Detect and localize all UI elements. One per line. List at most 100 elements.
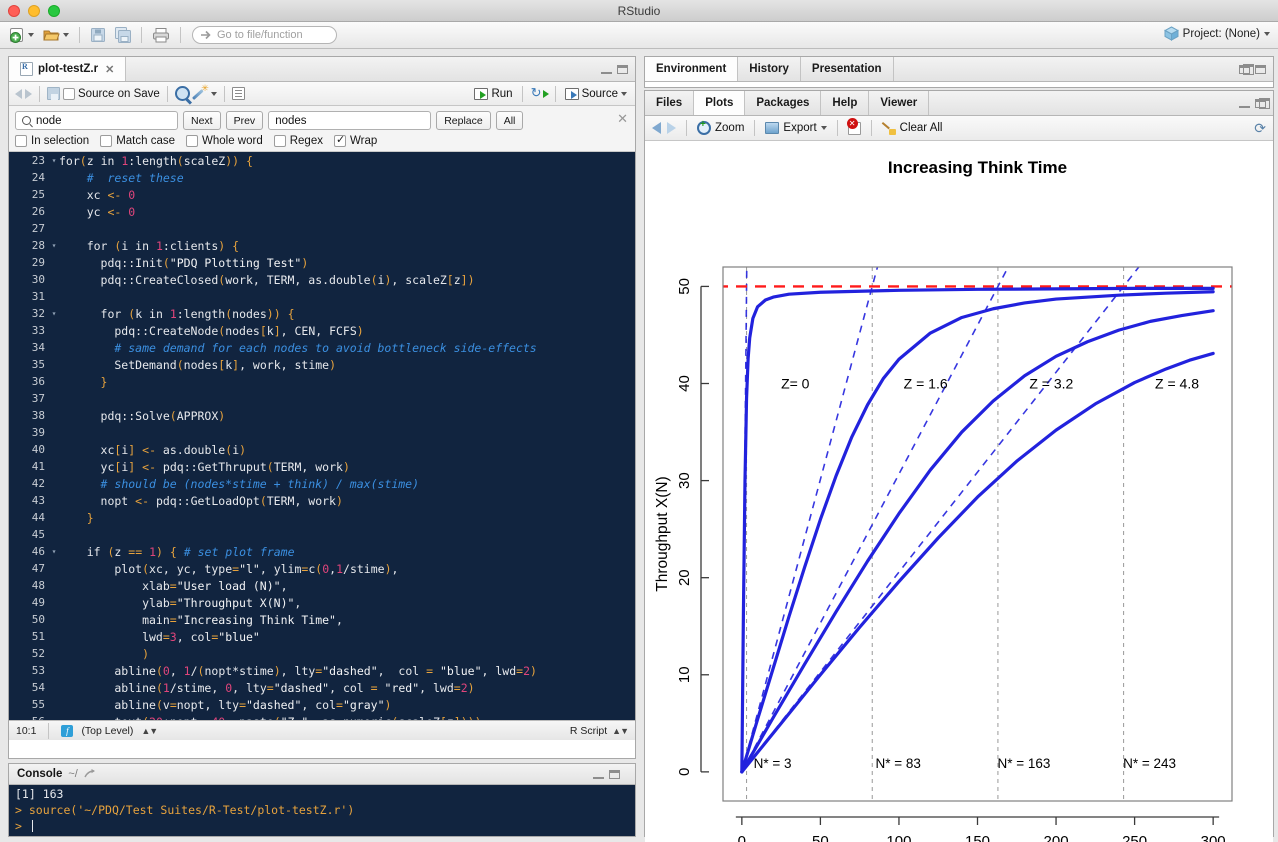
tab-plots[interactable]: Plots xyxy=(694,91,746,115)
remove-plot-button[interactable] xyxy=(846,117,861,135)
source-tab-label: plot-testZ.r xyxy=(38,63,99,75)
code-editor[interactable]: 23 ▾ for(z in 1:length(scaleZ)) {24 # rese… xyxy=(9,152,635,720)
in-selection-option[interactable]: In selection xyxy=(15,135,89,147)
clear-all-label: Clear All xyxy=(899,122,943,134)
function-scope-icon: f xyxy=(61,724,74,737)
source-button[interactable]: Source xyxy=(563,87,629,100)
save-icon xyxy=(91,28,105,42)
source-toolbar: Source on Save Run Source xyxy=(9,82,635,106)
replace-all-button[interactable]: All xyxy=(495,111,524,130)
tab-history[interactable]: History xyxy=(738,57,801,81)
scope-stepper-icon[interactable]: ▲▼ xyxy=(141,726,158,736)
console-popout-icon[interactable] xyxy=(84,768,97,780)
console-window-buttons[interactable] xyxy=(593,769,627,779)
forward-arrow-icon[interactable] xyxy=(25,88,32,99)
forward-arrow-icon[interactable] xyxy=(667,122,676,134)
match-case-checkbox[interactable] xyxy=(100,135,113,147)
replace-button[interactable]: Replace xyxy=(436,111,491,130)
fold-toggle-icon[interactable]: ▾ xyxy=(49,156,59,165)
match-case-option[interactable]: Match case xyxy=(100,135,175,147)
chevron-down-icon[interactable] xyxy=(621,91,627,96)
whole-word-option[interactable]: Whole word xyxy=(186,135,263,147)
find-prev-button[interactable]: Prev xyxy=(225,111,264,130)
source-tab-plot-testZ[interactable]: plot-testZ.r ✕ xyxy=(9,57,127,81)
code-text: } xyxy=(100,374,108,389)
tab-environment[interactable]: Environment xyxy=(645,57,739,81)
refresh-icon[interactable]: ⟳ xyxy=(1254,120,1266,137)
maximize-pane-icon[interactable] xyxy=(609,769,620,779)
open-file-button[interactable] xyxy=(40,25,72,46)
goto-file-function-input[interactable]: Go to file/function xyxy=(192,26,337,44)
tab-label: Environment xyxy=(656,63,727,75)
project-selector[interactable]: Project: (None) xyxy=(1163,26,1270,41)
save-button[interactable] xyxy=(87,25,109,46)
run-button[interactable]: Run xyxy=(472,87,514,100)
regex-checkbox[interactable] xyxy=(273,135,286,147)
back-arrow-icon[interactable] xyxy=(15,88,22,99)
restore-pane-icon[interactable] xyxy=(1239,63,1254,75)
rerun-button[interactable] xyxy=(530,85,549,101)
restore-pane-icon[interactable] xyxy=(1255,97,1270,109)
code-text: SetDemand(nodes[k], work, stime) xyxy=(59,357,337,372)
code-line: 37 xyxy=(9,390,635,407)
linear-scaling-bound xyxy=(741,267,879,773)
new-file-button[interactable] xyxy=(6,25,37,46)
minimize-pane-icon[interactable] xyxy=(1239,99,1250,108)
close-find-icon[interactable]: ✕ xyxy=(617,111,628,127)
source-on-save-checkbox[interactable] xyxy=(63,87,75,100)
console-output[interactable]: [1] 163 > source('~/PDQ/Test Suites/R-Tes… xyxy=(9,785,635,836)
in-selection-checkbox[interactable] xyxy=(15,135,27,147)
outline-icon[interactable] xyxy=(231,87,245,100)
code-text: for (k in 1:length(nodes)) { xyxy=(59,306,295,321)
find-icon[interactable] xyxy=(174,86,190,101)
scope-label[interactable]: (Top Level) xyxy=(81,725,133,737)
replace-input[interactable]: nodes xyxy=(268,111,432,130)
close-window-button[interactable] xyxy=(8,5,20,17)
whole-word-checkbox[interactable] xyxy=(186,135,198,147)
save-all-button[interactable] xyxy=(112,25,134,46)
environment-window-buttons[interactable] xyxy=(1239,57,1273,81)
code-text: xc[i] <- as.double(i) xyxy=(59,442,247,457)
code-text: for(z in 1:length(scaleZ)) { xyxy=(59,153,253,168)
y-tick-label: 50 xyxy=(676,278,693,295)
minimize-window-button[interactable] xyxy=(28,5,40,17)
filetype-selector[interactable]: R Script ▲▼ xyxy=(570,725,629,737)
fold-toggle-icon[interactable]: ▾ xyxy=(49,241,59,250)
filetype-stepper-icon[interactable]: ▲▼ xyxy=(612,726,629,736)
fold-toggle-icon[interactable]: ▾ xyxy=(49,547,59,556)
magic-wand-icon[interactable] xyxy=(193,83,209,101)
code-line: 46 ▾ if (z == 1) { # set plot frame xyxy=(9,543,635,560)
close-icon[interactable]: ✕ xyxy=(105,63,114,76)
tab-presentation[interactable]: Presentation xyxy=(801,57,894,81)
print-button[interactable] xyxy=(149,25,173,46)
zoom-button[interactable]: Zoom xyxy=(697,119,744,135)
tab-files[interactable]: Files xyxy=(645,91,695,115)
minimize-pane-icon[interactable] xyxy=(593,770,604,779)
fold-toggle-icon[interactable]: ▾ xyxy=(49,309,59,318)
save-icon[interactable] xyxy=(47,87,60,100)
maximize-pane-icon[interactable] xyxy=(1255,64,1266,74)
tab-packages[interactable]: Packages xyxy=(745,91,822,115)
chevron-down-icon[interactable] xyxy=(820,126,827,130)
back-arrow-icon[interactable] xyxy=(652,122,661,134)
tab-help[interactable]: Help xyxy=(821,91,870,115)
maximize-pane-icon[interactable] xyxy=(617,64,628,74)
tab-viewer[interactable]: Viewer xyxy=(869,91,930,115)
window-controls[interactable] xyxy=(8,5,60,17)
find-input[interactable]: node xyxy=(15,111,178,130)
wrap-checkbox[interactable] xyxy=(333,134,346,147)
regex-option[interactable]: Regex xyxy=(273,135,323,147)
find-next-button[interactable]: Next xyxy=(183,111,221,130)
minimize-pane-icon[interactable] xyxy=(601,65,612,74)
source-window-buttons[interactable] xyxy=(601,57,635,81)
tab-label: Help xyxy=(832,97,858,109)
plots-window-buttons[interactable] xyxy=(1239,91,1273,115)
maximize-window-button[interactable] xyxy=(48,5,60,17)
clear-all-button[interactable]: Clear All xyxy=(882,121,943,135)
code-line: 29 pdq::Init("PDQ Plotting Test") xyxy=(9,254,635,271)
chevron-down-icon[interactable] xyxy=(210,91,217,96)
code-text: pdq::CreateNode(nodes[k], CEN, FCFS) xyxy=(59,323,364,338)
wrap-option[interactable]: Wrap xyxy=(333,134,377,147)
export-button[interactable]: Export xyxy=(765,122,827,134)
toolbar-divider xyxy=(754,120,756,136)
